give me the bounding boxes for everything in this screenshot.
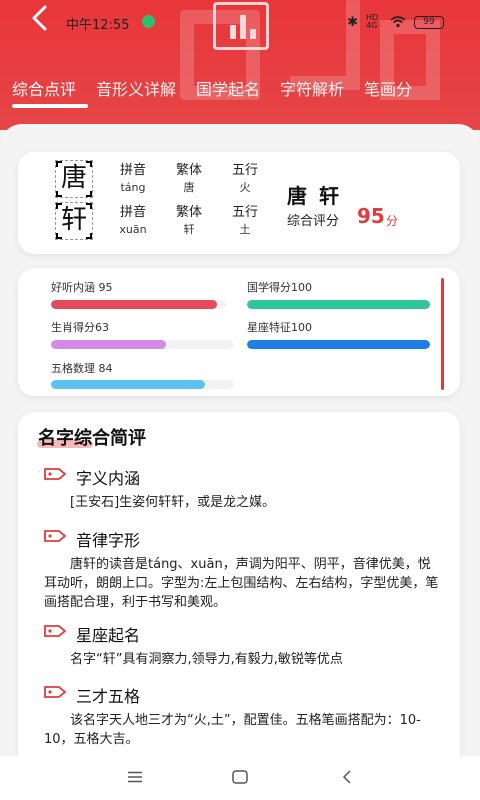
wechat-notification-icon [142, 15, 155, 28]
battery-icon: 99 [414, 15, 444, 29]
score-label-zodiac: 生肖得分63 [51, 321, 109, 334]
home-icon[interactable] [232, 770, 248, 784]
section-title-three-talents: 三才五格 [76, 687, 141, 706]
wuxing-label: 五行 [231, 163, 258, 178]
pinyin-col-2: 拼音 xuān [108, 205, 158, 238]
traditional-label: 繁体 [175, 163, 202, 178]
tab-overall-review[interactable]: 综合点评 [12, 76, 76, 116]
review-title: 名字综合简评 [38, 428, 146, 449]
wuxing-col-1: 五行 火 [220, 163, 270, 196]
section-title-constellation: 星座起名 [76, 626, 141, 645]
pinyin-label: 拼音 [119, 205, 146, 220]
score-bar-sound-meaning [51, 300, 226, 309]
tag-icon [44, 686, 67, 698]
traditional-label: 繁体 [175, 205, 202, 220]
tab-stroke-score[interactable]: 笔画分 [364, 76, 412, 116]
pinyin-col-1: 拼音 táng [108, 163, 158, 196]
traditional-col-2: 繁体 轩 [164, 205, 214, 238]
pinyin-value: xuān [119, 223, 147, 236]
traditional-value: 唐 [183, 181, 195, 194]
score-fill [247, 300, 430, 309]
menu-icon[interactable] [127, 771, 143, 783]
score-bar-constellation [247, 340, 430, 349]
section-text-constellation: 名字“轩”具有洞察力,领导力,有毅力,敏锐等优点 [70, 652, 343, 667]
card-scrollbar[interactable] [441, 278, 444, 390]
status-time: 中午12:55 [66, 18, 130, 33]
pinyin-value: táng [120, 181, 146, 194]
score-bar-zodiac [51, 340, 234, 349]
score-label-sound-meaning: 好听内涵 95 [51, 281, 113, 294]
char-box-2: 轩 [55, 202, 93, 240]
section-text-three-talents: 该名字天人地三才为“火,土”，配置佳。五格笔画搭配为：10-10，五格大吉。 [44, 713, 421, 747]
score-unit: 分 [386, 214, 399, 228]
section-title-sound-form: 音律字形 [76, 531, 141, 550]
header: 中午12:55 ✱ HD 4G 99 综合点评 音形义详解 国学起名 字符解析 … [0, 0, 480, 130]
overall-score: 95 [357, 204, 385, 228]
signal-label: HD 4G [366, 13, 379, 30]
tab-sound-form-meaning[interactable]: 音形义详解 [96, 76, 176, 116]
system-nav-bar [0, 756, 480, 800]
char-box-1: 唐 [55, 160, 93, 198]
tag-icon [44, 530, 67, 542]
pinyin-label: 拼音 [119, 163, 146, 178]
score-fill [51, 300, 218, 309]
traditional-col-1: 繁体 唐 [164, 163, 214, 196]
score-label-classical: 国学得分100 [247, 281, 312, 294]
active-tab-indicator [12, 104, 88, 108]
wuxing-col-2: 五行 土 [220, 205, 270, 238]
tab-classical-naming[interactable]: 国学起名 [196, 76, 260, 116]
section-text-meaning: [王安石]生姿何轩轩，或是龙之媒。 [70, 495, 276, 510]
back-nav-icon[interactable] [341, 770, 353, 784]
tab-bar: 综合点评 音形义详解 国学起名 字符解析 笔画分 [0, 76, 480, 116]
tab-character-analysis[interactable]: 字符解析 [280, 76, 344, 116]
bluetooth-icon: ✱ [347, 14, 358, 30]
logo-chart-icon [213, 2, 269, 50]
score-fill [51, 380, 205, 389]
status-icons: ✱ HD 4G 99 [347, 14, 444, 30]
section-text-sound-form: 唐轩的读音是táng、xuān，声调为阳平、阴平，音律优美，悦耳动听，朗朗上口。… [44, 557, 439, 610]
section-title-meaning: 字义内涵 [76, 469, 141, 488]
wifi-icon [390, 16, 406, 28]
back-icon[interactable] [26, 4, 54, 32]
tag-icon [44, 625, 67, 637]
wuxing-value: 土 [239, 223, 251, 236]
wuxing-value: 火 [239, 181, 251, 194]
score-label-constellation: 星座特征100 [247, 321, 312, 334]
wuxing-label: 五行 [231, 205, 258, 220]
score-bar-five-grids [51, 380, 234, 389]
score-bar-classical [247, 300, 430, 309]
score-fill [51, 340, 167, 349]
score-fill [247, 340, 430, 349]
traditional-value: 轩 [183, 223, 195, 236]
score-label: 综合评分 [287, 214, 340, 229]
score-label-five-grids: 五格数理 84 [51, 362, 113, 375]
tag-icon [44, 468, 67, 480]
full-name: 唐轩 [287, 184, 351, 208]
